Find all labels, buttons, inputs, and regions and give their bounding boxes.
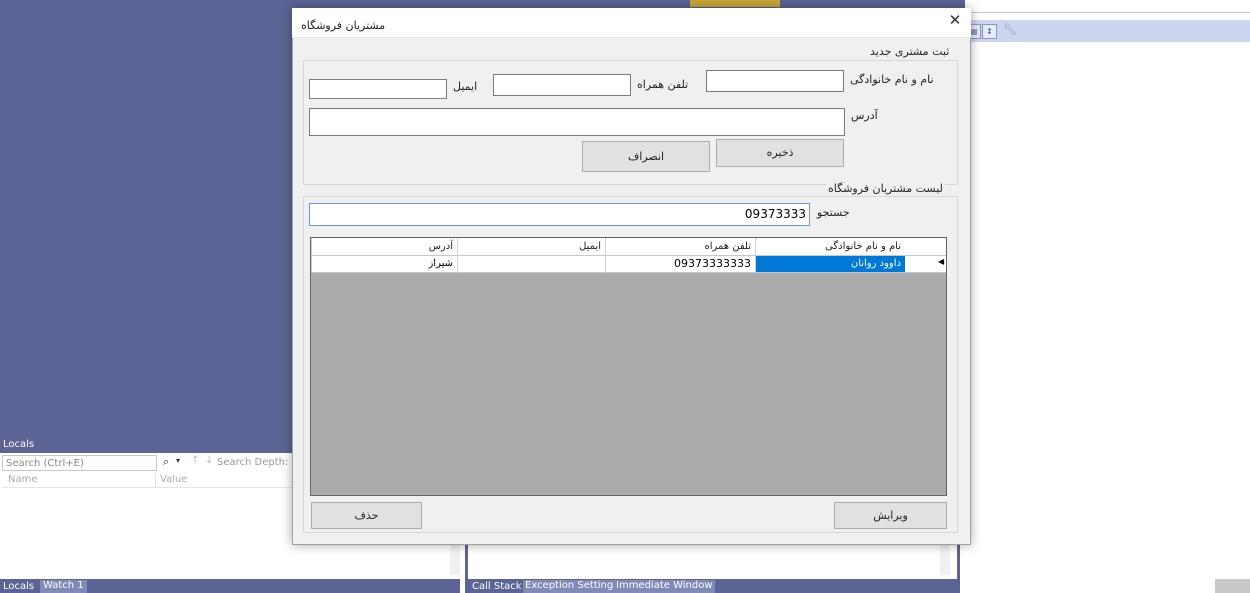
locals-search-input[interactable]: Search (Ctrl+E) bbox=[2, 455, 157, 471]
table-cell-mobile[interactable]: 09373333333 bbox=[605, 256, 755, 273]
address-label: آدرس bbox=[851, 109, 878, 122]
customers-grid[interactable] bbox=[310, 237, 947, 496]
fullname-field[interactable] bbox=[706, 70, 844, 92]
save-button[interactable]: ذخیره bbox=[716, 139, 844, 167]
column-divider bbox=[155, 473, 156, 487]
search-label: جستجو bbox=[817, 206, 850, 219]
cancel-button[interactable]: انصراف bbox=[582, 141, 710, 172]
new-customer-legend: ثبت مشتری جدید bbox=[868, 45, 952, 58]
arrow-down-icon[interactable]: ↓ bbox=[205, 455, 213, 466]
email-field[interactable] bbox=[309, 79, 447, 99]
ide-editor-background bbox=[0, 0, 295, 437]
properties-toolbar: ▤ ↕ 🔧︎ bbox=[965, 20, 1250, 42]
tab-call-stack[interactable]: Call Stack bbox=[472, 581, 522, 592]
scroll-button[interactable] bbox=[1215, 579, 1250, 593]
arrow-up-icon[interactable]: ↑ bbox=[191, 455, 199, 466]
customer-list-legend: لیست مشتریان فروشگاه bbox=[826, 182, 945, 195]
wrench-icon[interactable]: 🔧︎ bbox=[1003, 23, 1017, 36]
dialog-titlebar[interactable] bbox=[292, 8, 971, 38]
locals-title: Locals bbox=[0, 437, 295, 453]
tab-exception-settings[interactable]: Exception Settings bbox=[523, 580, 621, 593]
email-label: ایمیل bbox=[453, 80, 478, 93]
dialog-title: مشتریان فروشگاه bbox=[301, 19, 386, 32]
tab-watch-1[interactable]: Watch 1 bbox=[40, 580, 87, 593]
column-header-email[interactable]: ایمیل bbox=[457, 238, 605, 256]
delete-button[interactable]: حذف bbox=[311, 502, 422, 529]
column-header-mobile[interactable]: تلفن همراه bbox=[605, 238, 755, 256]
table-cell-fullname[interactable]: داوود روانان bbox=[755, 256, 905, 273]
locals-column-value[interactable]: Value bbox=[160, 474, 187, 485]
search-depth-label: Search Depth: bbox=[217, 457, 289, 468]
tab-locals[interactable]: Locals bbox=[3, 581, 34, 592]
current-row-arrow-icon: ◀ bbox=[938, 257, 945, 266]
column-header-fullname[interactable]: نام و نام خانوادگی bbox=[755, 238, 905, 256]
fullname-label: نام و نام خانوادگی bbox=[850, 73, 934, 86]
ide-top-strip bbox=[295, 0, 965, 8]
search-icon[interactable]: ⌕ bbox=[163, 455, 169, 469]
search-input[interactable]: 09373333 bbox=[309, 203, 810, 226]
address-field[interactable] bbox=[309, 108, 845, 136]
chevron-down-icon[interactable]: ▾ bbox=[176, 456, 180, 465]
locals-column-name[interactable]: Name bbox=[8, 474, 38, 485]
close-icon[interactable]: ✕ bbox=[944, 10, 966, 30]
call-stack-scrollbar[interactable] bbox=[940, 545, 950, 575]
properties-panel-top bbox=[965, 0, 1250, 13]
mobile-field[interactable] bbox=[493, 74, 631, 96]
ide-top-highlight bbox=[690, 0, 780, 7]
tab-immediate-window[interactable]: Immediate Window bbox=[614, 580, 715, 593]
alphabetical-icon[interactable]: ↕ bbox=[982, 24, 997, 39]
locals-scrollbar[interactable] bbox=[450, 545, 460, 575]
mobile-label: تلفن همراه bbox=[637, 78, 689, 91]
column-header-address[interactable]: آدرس bbox=[311, 238, 457, 256]
table-cell-email[interactable] bbox=[457, 256, 605, 273]
table-cell-address[interactable]: شیراز bbox=[311, 256, 457, 273]
edit-button[interactable]: ویرایش bbox=[834, 502, 947, 529]
